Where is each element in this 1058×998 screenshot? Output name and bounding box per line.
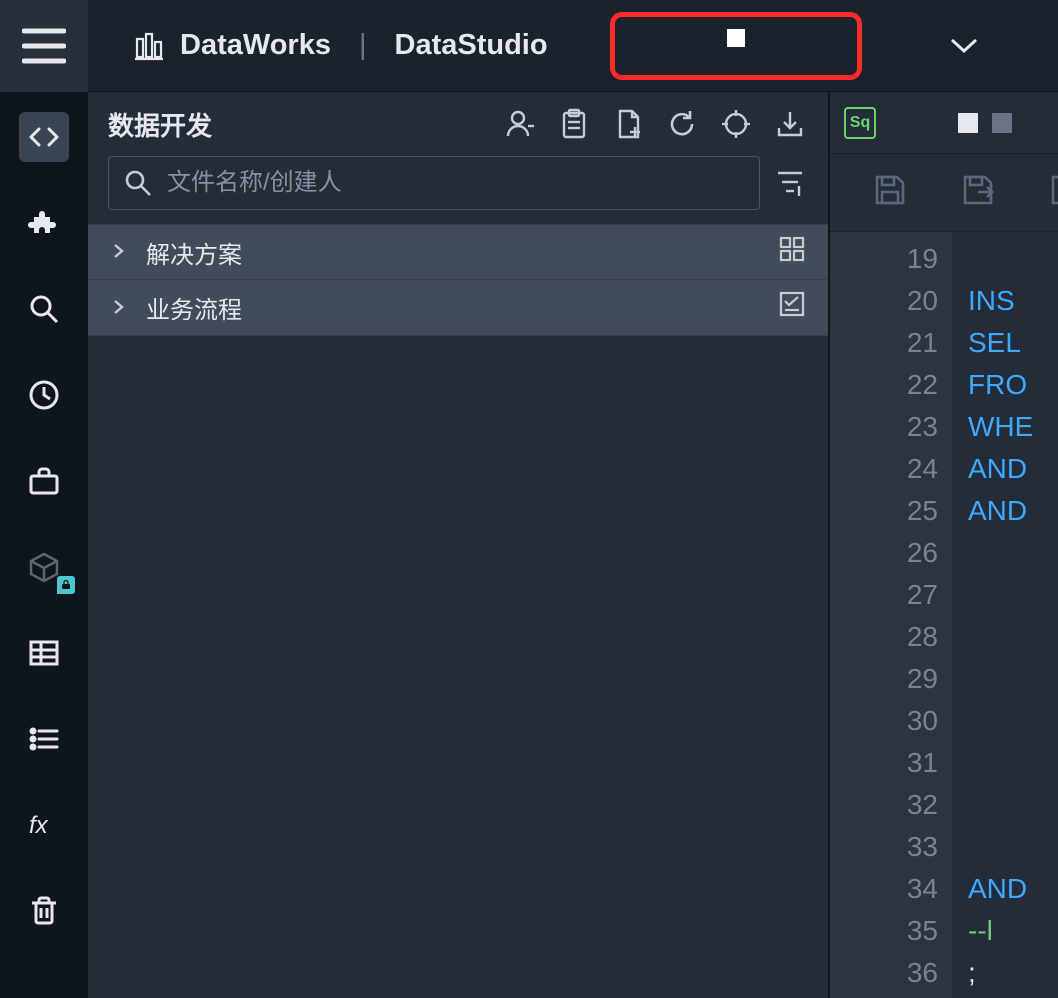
checklist-icon[interactable]: [778, 290, 806, 325]
upload-icon: [1048, 172, 1058, 208]
search-field[interactable]: [108, 156, 760, 210]
brand: DataWorks | DataStudio: [132, 29, 548, 63]
workspace-dropdown-caret[interactable]: [950, 38, 978, 59]
save-icon: [872, 172, 908, 208]
tab-indicators: [958, 113, 1012, 133]
brand-product: DataWorks: [180, 29, 331, 62]
workspace-dropdown-highlight[interactable]: [610, 12, 862, 80]
editor-toolbar: [830, 154, 1058, 232]
puzzle-icon: [27, 206, 61, 240]
rail-extensions[interactable]: [19, 198, 69, 248]
tab-indicator-inactive[interactable]: [992, 113, 1012, 133]
chevron-right-icon: [110, 238, 126, 266]
search-icon: [123, 168, 153, 198]
tree-row-workflows[interactable]: 业务流程: [88, 280, 828, 336]
hamburger-icon: [22, 28, 66, 64]
main-menu-button[interactable]: [0, 0, 88, 92]
filter-button[interactable]: [772, 165, 808, 201]
code-area[interactable]: 192021222324252627282930313233343536 INS…: [830, 232, 1058, 998]
clipboard-icon: [558, 108, 590, 140]
rail-search[interactable]: [19, 284, 69, 334]
app-frame: DataWorks | DataStudio: [0, 0, 1058, 998]
tab-strip: Sq: [830, 92, 1058, 154]
left-rail: fx: [0, 92, 88, 998]
code-icon: [27, 120, 61, 154]
new-file-button[interactable]: [610, 106, 646, 142]
chevron-down-icon: [950, 38, 978, 54]
search-icon: [27, 292, 61, 326]
rail-table[interactable]: [19, 628, 69, 678]
line-gutter: 192021222324252627282930313233343536: [830, 232, 952, 998]
user-icon: [504, 108, 536, 140]
file-tree: 解决方案 业务流程: [88, 224, 828, 336]
import-button[interactable]: [772, 106, 808, 142]
rail-schedule[interactable]: [19, 370, 69, 420]
search-row: [88, 156, 828, 224]
panel-title: 数据开发: [108, 106, 212, 143]
top-bar: DataWorks | DataStudio: [0, 0, 1058, 92]
target-icon: [720, 108, 752, 140]
code-body[interactable]: INSSELFROWHEANDAND AND--l;: [952, 232, 1058, 998]
sql-file-badge[interactable]: Sq: [844, 107, 876, 139]
file-plus-icon: [612, 108, 644, 140]
rail-toolbox[interactable]: [19, 456, 69, 506]
lock-badge-icon: [57, 576, 75, 594]
file-panel: 数据开发: [88, 92, 828, 998]
brand-section: DataStudio: [395, 29, 548, 62]
save-export-icon: [960, 172, 996, 208]
trash-icon: [27, 894, 61, 928]
rail-model[interactable]: [19, 542, 69, 592]
submit-button[interactable]: [1048, 172, 1058, 213]
tree-row-solutions[interactable]: 解决方案: [88, 224, 828, 280]
tab-indicator-active[interactable]: [958, 113, 978, 133]
chevron-right-icon: [110, 294, 126, 322]
cube-icon: [27, 550, 61, 584]
workspace-placeholder-icon: [727, 29, 745, 47]
save-export-button[interactable]: [960, 172, 996, 213]
user-add-button[interactable]: [502, 106, 538, 142]
table-icon: [27, 636, 61, 670]
rail-list[interactable]: [19, 714, 69, 764]
import-icon: [774, 108, 806, 140]
list-icon: [27, 722, 61, 756]
brand-logo-icon: [132, 29, 166, 63]
rail-trash[interactable]: [19, 886, 69, 936]
grid-icon[interactable]: [778, 235, 806, 270]
briefcase-icon: [27, 464, 61, 498]
fx-icon: fx: [27, 808, 61, 842]
save-button[interactable]: [872, 172, 908, 213]
rail-code[interactable]: [19, 112, 69, 162]
brand-separator: |: [359, 29, 367, 62]
editor: Sq 192021222324252627282930313233343536 …: [828, 92, 1058, 998]
task-button[interactable]: [556, 106, 592, 142]
body: fx 数据开发: [0, 92, 1058, 998]
svg-text:fx: fx: [29, 812, 49, 839]
filter-icon: [775, 168, 805, 198]
panel-header: 数据开发: [88, 92, 828, 156]
refresh-icon: [666, 108, 698, 140]
panel-actions: [502, 106, 808, 142]
clock-icon: [27, 378, 61, 412]
search-input[interactable]: [167, 169, 745, 197]
tree-row-label: 业务流程: [146, 290, 242, 325]
refresh-button[interactable]: [664, 106, 700, 142]
locate-button[interactable]: [718, 106, 754, 142]
tree-row-label: 解决方案: [146, 235, 242, 270]
rail-function[interactable]: fx: [19, 800, 69, 850]
